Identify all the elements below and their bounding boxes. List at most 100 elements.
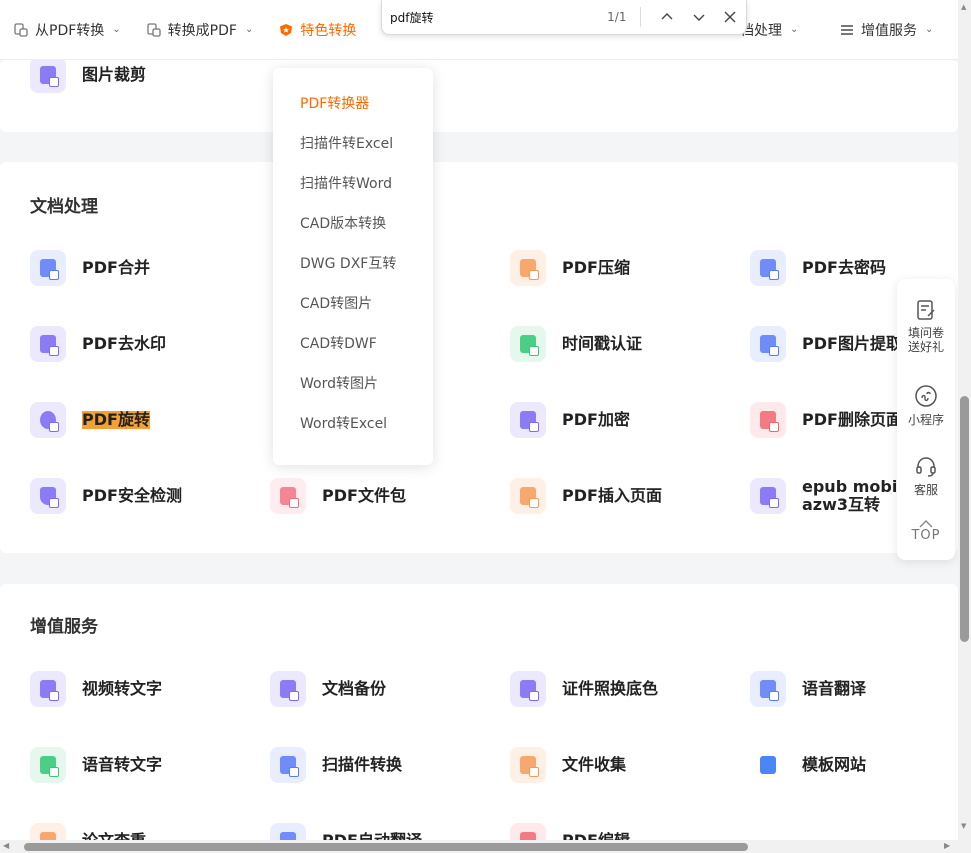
tool-label: PDF压缩 <box>562 258 630 277</box>
find-match-count: 1/1 <box>607 10 627 24</box>
nav-special-convert[interactable]: 特色转换 <box>279 20 356 40</box>
image-crop-icon <box>30 57 66 93</box>
scroll-left-arrow-icon[interactable]: ◀ <box>3 841 9 850</box>
pdf-image-extract-icon <box>750 326 786 362</box>
pdf-compress-icon <box>510 250 546 286</box>
pdf-insert-page-icon <box>510 478 546 514</box>
dropdown-item-word-to-excel[interactable]: Word转Excel <box>273 404 433 444</box>
tool-label: PDF图片提取 <box>802 334 902 353</box>
ebook-convert-icon <box>750 478 786 514</box>
tool-id-photo[interactable]: 证件照换底色 <box>510 671 658 707</box>
pdf-rotate-icon <box>30 402 66 438</box>
tool-image-crop[interactable]: 图片裁剪 <box>30 57 146 93</box>
survey-button[interactable]: 填问卷 送好礼 <box>897 299 955 354</box>
chevron-down-icon: ⌄ <box>790 24 799 35</box>
horizontal-scroll-thumb[interactable] <box>24 843 748 851</box>
scroll-down-arrow-icon[interactable]: ▼ <box>961 822 966 830</box>
find-divider <box>640 7 642 27</box>
tool-timestamp[interactable]: 时间戳认证 <box>510 326 642 362</box>
star-badge-icon <box>280 23 293 36</box>
nav-doc-process[interactable]: 档处理 ⌄ <box>740 20 798 40</box>
tool-pdf-image-extract[interactable]: PDF图片提取 <box>750 326 902 362</box>
tool-label: PDF去密码 <box>802 258 886 277</box>
tool-pdf-remove-watermark[interactable]: PDF去水印 <box>30 326 166 362</box>
dropdown-item-scan-to-word[interactable]: 扫描件转Word <box>273 164 433 204</box>
customer-service-button[interactable]: 客服 <box>897 454 955 497</box>
tool-ebook-convert[interactable]: epub mobi azw3互转 <box>750 478 902 514</box>
tool-label: PDF安全检测 <box>82 486 182 505</box>
tool-doc-backup[interactable]: 文档备份 <box>270 671 386 707</box>
tool-pdf-merge[interactable]: PDF合并 <box>30 250 150 286</box>
scroll-up-arrow-icon[interactable]: ▲ <box>961 3 966 11</box>
find-bar: 1/1 <box>381 0 747 35</box>
pdf-remove-watermark-icon <box>30 326 66 362</box>
find-next-button[interactable] <box>683 1 715 33</box>
tool-video-to-text[interactable]: 视频转文字 <box>30 671 162 707</box>
headset-icon <box>916 457 936 477</box>
tool-scan-convert[interactable]: 扫描件转换 <box>270 747 402 783</box>
nav-label: 从PDF转换 <box>35 22 105 39</box>
nav-label: 特色转换 <box>300 22 357 39</box>
tools-card-top: 图片裁剪 <box>0 57 958 132</box>
video-to-text-icon <box>30 671 66 707</box>
voice-translate-icon <box>750 671 786 707</box>
tool-pdf-insert-page[interactable]: PDF插入页面 <box>510 478 662 514</box>
chevron-down-icon: ⌄ <box>244 24 254 35</box>
scroll-right-arrow-icon[interactable]: ▶ <box>944 841 950 850</box>
tool-pdf-delete-page[interactable]: PDF删除页面 <box>750 402 902 438</box>
top-label: TOP <box>911 528 941 543</box>
tool-label: 语音转文字 <box>82 755 163 774</box>
chevron-down-icon <box>693 14 705 21</box>
id-photo-icon <box>510 671 546 707</box>
tool-label: PDF去水印 <box>82 334 166 353</box>
tool-voice-translate[interactable]: 语音翻译 <box>750 671 866 707</box>
find-prev-button[interactable] <box>651 1 683 33</box>
value-service-card: 增值服务 视频转文字 文档备份 证件照换底色 语音翻译 语音转文字 扫描件转换 … <box>0 584 958 853</box>
tool-voice-to-text[interactable]: 语音转文字 <box>30 747 162 783</box>
miniprogram-button[interactable]: 小程序 <box>897 384 955 427</box>
horizontal-scrollbar[interactable]: ◀ ▶ <box>0 840 958 853</box>
back-to-top-button[interactable]: TOP <box>897 520 955 543</box>
nav-to-pdf[interactable]: 转换成PDF ⌄ <box>147 20 254 40</box>
tool-pdf-compress[interactable]: PDF压缩 <box>510 250 630 286</box>
tool-label: PDF加密 <box>562 410 630 429</box>
tool-label: PDF合并 <box>82 258 150 277</box>
miniprogram-icon <box>915 385 937 407</box>
nav-label: 转换成PDF <box>167 22 237 39</box>
vertical-scroll-thumb[interactable] <box>960 396 969 642</box>
floating-side-panel: 填问卷 送好礼 小程序 客服 TOP <box>897 279 955 560</box>
special-convert-dropdown: PDF转换器 扫描件转Excel 扫描件转Word CAD版本转换 DWG DX… <box>273 68 433 465</box>
survey-label-line: 送好礼 <box>907 340 944 354</box>
tool-file-collect[interactable]: 文件收集 <box>510 747 626 783</box>
tool-pdf-security-check[interactable]: PDF安全检测 <box>30 478 182 514</box>
tool-label: 语音翻译 <box>802 679 867 698</box>
find-input[interactable] <box>390 10 578 24</box>
tool-label: 图片裁剪 <box>82 65 147 84</box>
tool-template-site[interactable]: 模板网站 <box>750 747 866 783</box>
find-close-button[interactable] <box>715 1 747 33</box>
tool-pdf-package[interactable]: PDF文件包 <box>270 478 406 514</box>
section-title: 增值服务 <box>30 617 98 637</box>
tool-label: PDF插入页面 <box>562 486 662 505</box>
nav-value-service[interactable]: 增值服务 ⌄ <box>840 20 933 40</box>
tool-pdf-unlock[interactable]: PDF去密码 <box>750 250 886 286</box>
dropdown-item-word-to-image[interactable]: Word转图片 <box>273 364 433 404</box>
to-pdf-icon <box>147 22 161 37</box>
doc-backup-icon <box>270 671 306 707</box>
tool-pdf-rotate[interactable]: PDF旋转 <box>30 402 150 438</box>
pdf-package-icon <box>270 478 306 514</box>
vertical-scrollbar[interactable]: ▲ ▼ <box>958 0 971 853</box>
tool-label: 文档备份 <box>322 679 387 698</box>
tool-pdf-encrypt[interactable]: PDF加密 <box>510 402 630 438</box>
chevron-up-icon <box>661 13 673 20</box>
dropdown-item-dwg-dxf[interactable]: DWG DXF互转 <box>273 244 433 284</box>
dropdown-item-cad-to-dwf[interactable]: CAD转DWF <box>273 324 433 364</box>
nav-from-pdf[interactable]: 从PDF转换 ⌄ <box>14 20 121 40</box>
dropdown-item-scan-to-excel[interactable]: 扫描件转Excel <box>273 124 433 164</box>
dropdown-item-pdf-converter[interactable]: PDF转换器 <box>273 84 433 124</box>
dropdown-item-cad-to-image[interactable]: CAD转图片 <box>273 284 433 324</box>
dropdown-item-cad-version[interactable]: CAD版本转换 <box>273 204 433 244</box>
doc-process-card: 文档处理 PDF合并 PDF压缩 PDF去密码 PDF去水印 时间戳认证 PDF… <box>0 162 958 553</box>
pdf-encrypt-icon <box>510 402 546 438</box>
chevron-down-icon: ⌄ <box>925 24 934 35</box>
